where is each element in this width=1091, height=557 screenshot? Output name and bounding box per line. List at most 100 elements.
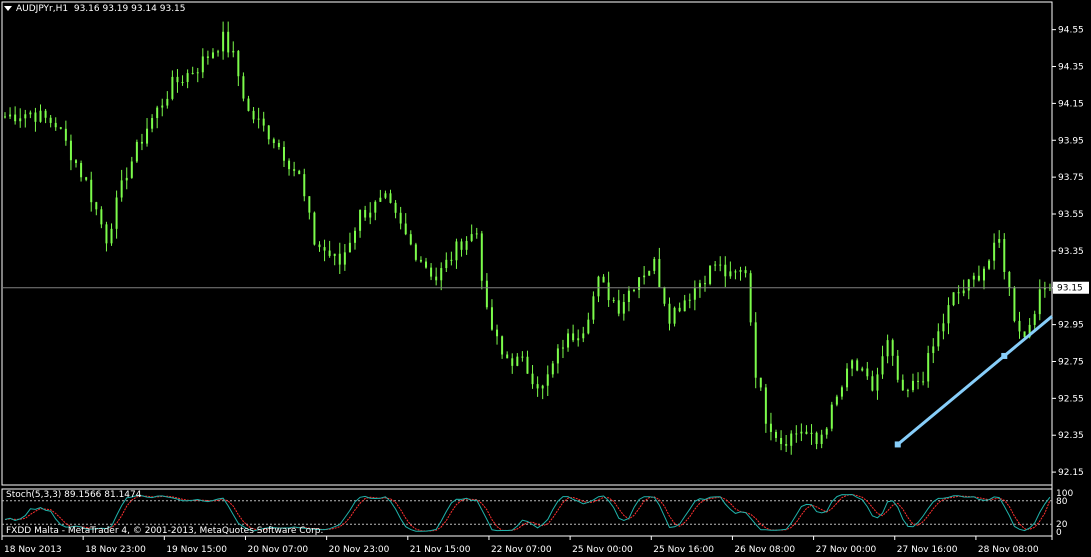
candle-body xyxy=(835,396,838,405)
dropdown-triangle-icon[interactable] xyxy=(4,6,12,11)
candle-body xyxy=(110,228,113,244)
candle-body xyxy=(693,288,696,300)
candle-body xyxy=(414,244,417,260)
candle-body xyxy=(34,112,37,122)
candle-body xyxy=(861,368,864,371)
candle-body xyxy=(419,259,422,262)
candle-body xyxy=(719,264,722,266)
candle-body xyxy=(536,384,539,389)
candle-body xyxy=(663,287,666,304)
candle-body xyxy=(1038,289,1041,315)
candle-body xyxy=(384,193,387,198)
candle-body xyxy=(714,264,717,266)
candle-body xyxy=(587,319,590,334)
trendline[interactable] xyxy=(896,315,1053,446)
candle-body xyxy=(485,280,488,308)
candle-body xyxy=(480,233,483,281)
candle-body xyxy=(775,431,778,438)
candle-body xyxy=(120,180,123,198)
candle-body xyxy=(785,444,788,446)
candle-body xyxy=(95,202,98,210)
trendline-anchor-handle[interactable] xyxy=(894,441,901,448)
candle-body xyxy=(769,423,772,432)
candle-body xyxy=(556,348,559,364)
candle-body xyxy=(911,380,914,391)
candle-body xyxy=(739,270,742,272)
copyright-text: FXDD Malta - MetaTrader 4, © 2001-2013, … xyxy=(6,526,324,536)
candle-body xyxy=(648,270,651,276)
candle-body xyxy=(151,118,154,129)
candle-body xyxy=(338,253,341,265)
candle-body xyxy=(602,276,605,283)
candle-body xyxy=(531,373,534,385)
candle-body xyxy=(906,390,909,392)
candle-body xyxy=(582,333,585,339)
candle-body xyxy=(734,271,737,273)
candle-body xyxy=(288,160,291,170)
candle-body xyxy=(445,259,448,269)
candle-body xyxy=(632,289,635,291)
chart-canvas[interactable]: 94.55 94.35 94.15 93.95 93.75 93.55 93.35 93.15… xyxy=(0,0,1091,557)
candle-body xyxy=(242,76,245,99)
candle-body xyxy=(217,51,220,53)
candle-body xyxy=(308,196,311,213)
candle-body xyxy=(394,202,397,213)
candle-body xyxy=(1008,271,1011,288)
price-tick-label: 92.35 xyxy=(1058,431,1084,441)
candle-body xyxy=(54,122,57,128)
candle-body xyxy=(90,179,93,203)
candle-body xyxy=(962,290,965,294)
candle-body xyxy=(318,244,321,248)
candle-body xyxy=(176,76,179,83)
time-tick-label: 18 Nov 2013 xyxy=(4,545,62,555)
time-tick-label: 22 Nov 07:00 xyxy=(491,545,552,555)
candle-body xyxy=(211,52,214,58)
price-tick-label: 93.55 xyxy=(1058,210,1084,220)
candle-body xyxy=(374,201,377,213)
candle-body xyxy=(977,275,980,281)
candle-body xyxy=(643,275,646,278)
time-tick-label: 20 Nov 07:00 xyxy=(247,545,308,555)
candle-body xyxy=(186,73,189,83)
candle-body xyxy=(100,209,103,225)
candle-body xyxy=(1033,314,1036,325)
stochastic-scale-label: 80 xyxy=(1056,497,1068,507)
candle-body xyxy=(19,118,22,122)
candle-body xyxy=(607,282,610,301)
price-tick-label: 94.35 xyxy=(1058,63,1084,73)
candle-body xyxy=(105,224,108,244)
time-tick-label: 25 Nov 00:00 xyxy=(572,545,633,555)
candle-body xyxy=(465,240,468,250)
candle-body xyxy=(29,112,32,115)
candle-body xyxy=(932,346,935,354)
candle-body xyxy=(501,336,504,355)
candle-body xyxy=(805,431,808,434)
candle-body xyxy=(267,125,270,140)
candle-body xyxy=(1018,320,1021,332)
trendline-anchor-handle[interactable] xyxy=(1001,352,1008,359)
time-tick-label: 28 Nov 08:00 xyxy=(978,545,1039,555)
stochastic-label: Stoch(5,3,3) 89.1566 81.1474 xyxy=(6,490,142,500)
candle-body xyxy=(551,363,554,375)
candle-body xyxy=(567,333,570,348)
candle-body xyxy=(475,233,478,235)
candle-body xyxy=(430,267,433,277)
candle-body xyxy=(901,379,904,391)
candle-body xyxy=(546,374,549,386)
candle-body xyxy=(323,247,326,251)
candle-body xyxy=(24,114,27,119)
candle-body xyxy=(1003,239,1006,272)
candle-body xyxy=(851,360,854,369)
candle-body xyxy=(795,433,798,435)
price-tick-label: 93.35 xyxy=(1058,247,1084,257)
candle-body xyxy=(577,338,580,341)
time-tick-label: 20 Nov 23:00 xyxy=(329,545,390,555)
candle-body xyxy=(333,253,336,256)
candle-body xyxy=(800,431,803,434)
candle-body xyxy=(282,146,285,161)
candle-body xyxy=(343,252,346,265)
candle-body xyxy=(840,387,843,397)
candle-body xyxy=(49,117,52,123)
time-tick-label: 27 Nov 16:00 xyxy=(897,545,958,555)
candle-body xyxy=(891,340,894,356)
